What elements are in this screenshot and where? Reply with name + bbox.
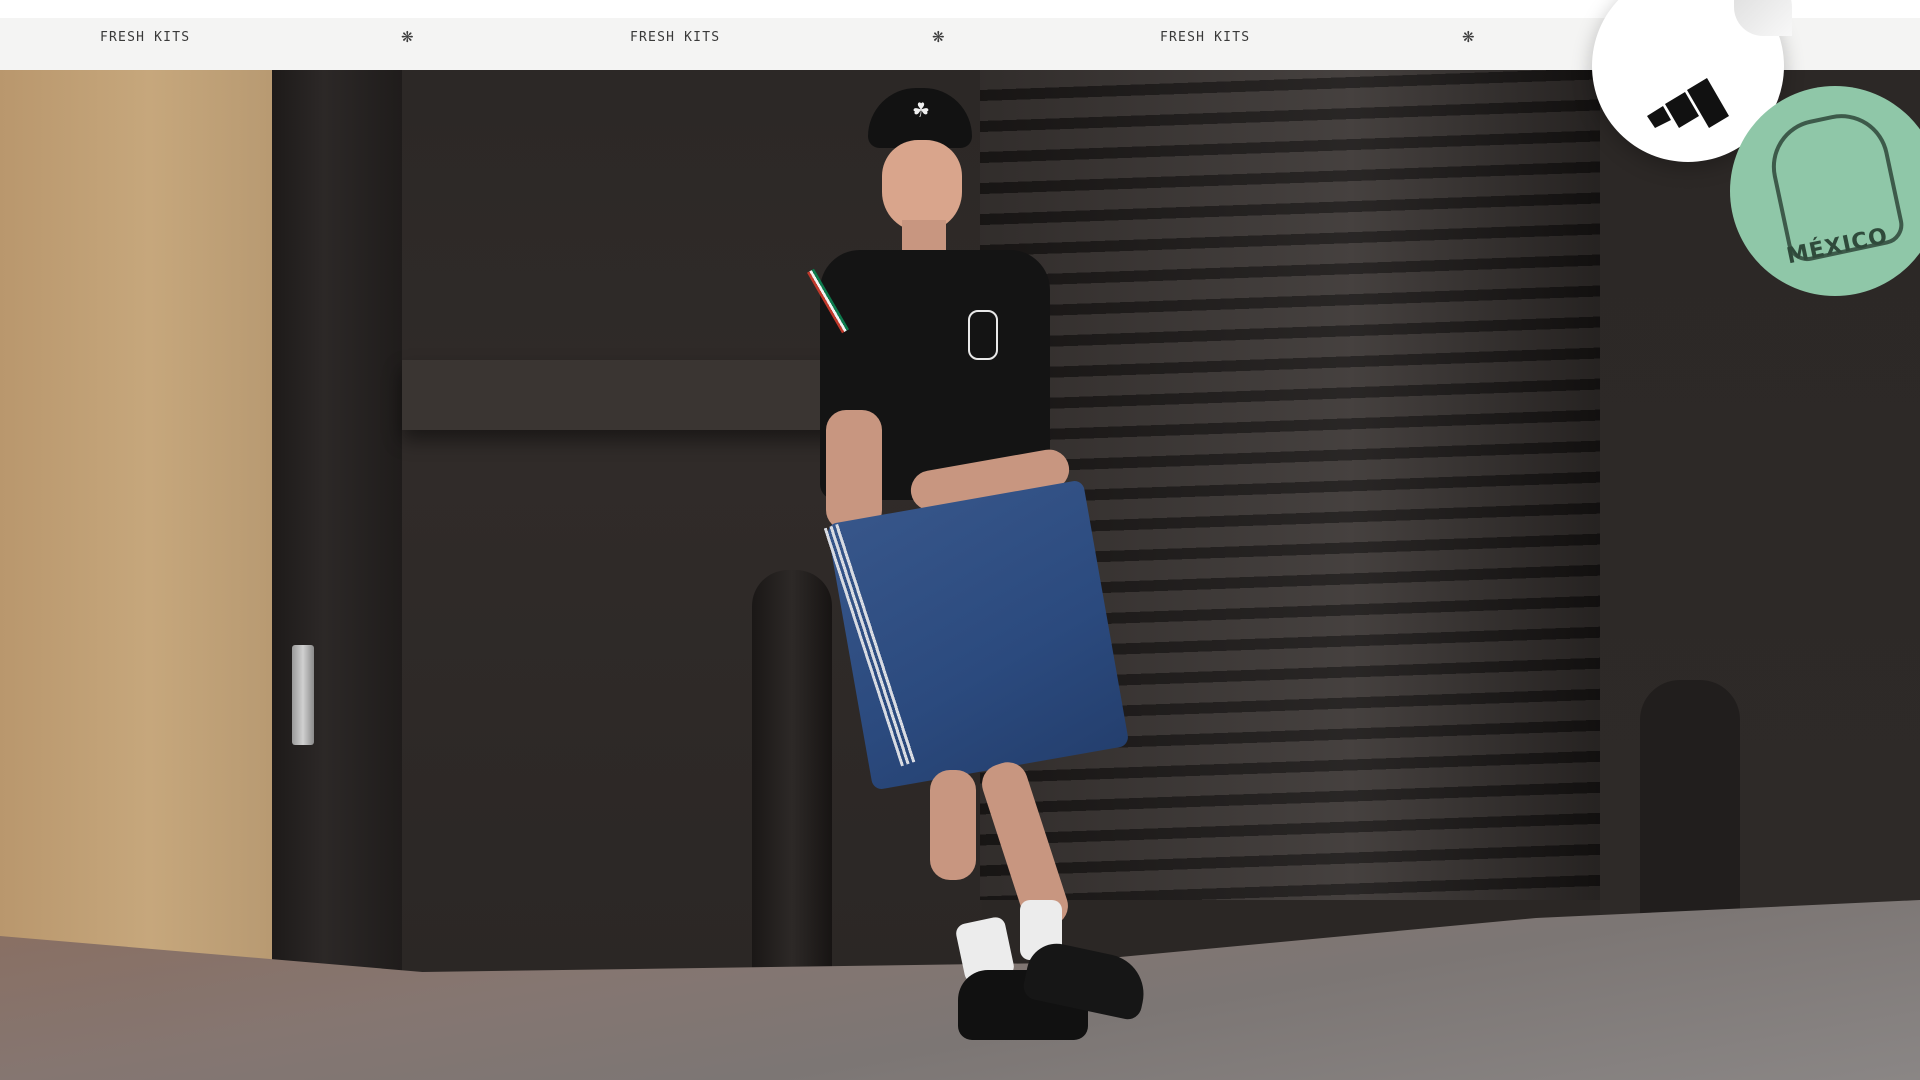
left-arm: [826, 410, 882, 530]
ticker-label-3: FRESH KITS: [1160, 30, 1251, 45]
jersey-crest-icon: [968, 310, 998, 360]
sticker-peel-curl: [1734, 0, 1792, 36]
face: [882, 140, 962, 232]
bollard: [1640, 680, 1740, 920]
beige-wall: [0, 70, 272, 990]
trefoil-icon: ☘: [912, 98, 930, 122]
model-figure: ☘: [790, 80, 1270, 1080]
hero-image: ☘: [0, 70, 1920, 1080]
door-frame: [272, 70, 402, 1080]
left-leg: [930, 770, 976, 880]
ticker-label-1: FRESH KITS: [100, 30, 191, 45]
door-hinge: [292, 645, 314, 745]
adidas-performance-logo-icon: [1647, 78, 1729, 128]
ticker-separator-3: ❋: [1462, 28, 1475, 46]
ticker-separator-1: ❋: [401, 28, 414, 46]
ticker-separator-2: ❋: [932, 28, 945, 46]
ticker-label-2: FRESH KITS: [630, 30, 721, 45]
